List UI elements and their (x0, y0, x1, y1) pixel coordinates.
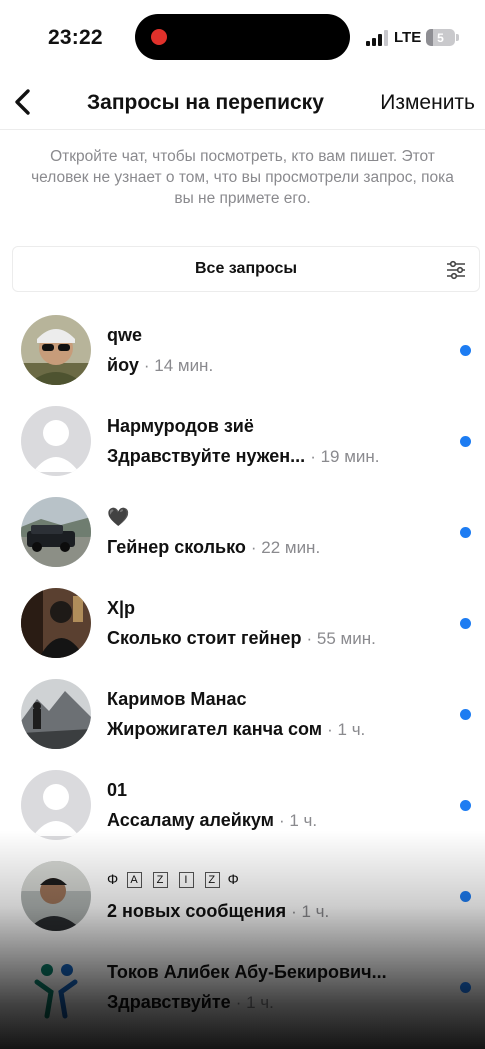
request-message: Сколько стоит гейнер (107, 628, 302, 648)
unread-dot-icon (460, 527, 471, 538)
dynamic-island (135, 14, 350, 60)
request-name: Нармуродов зиё (107, 416, 254, 436)
request-time: · 1 ч. (278, 811, 318, 830)
status-bar: 23:22 LTE 5 (0, 0, 485, 78)
list-item[interactable]: qwe йоу · 14 мин. (0, 306, 485, 397)
cellular-signal-icon (366, 30, 388, 46)
request-message: Здравствуйте нужен... (107, 446, 306, 466)
request-preview: Гейнер сколько · 22 мин. (107, 537, 320, 558)
request-time: · 19 мин. (310, 447, 380, 466)
request-preview: 2 новых сообщения · 1 ч. (107, 901, 329, 922)
request-name: Φ A Z I Z Φ (107, 871, 240, 889)
all-requests-filter[interactable]: Все запросы (12, 246, 480, 292)
request-preview: Жирожигател канча сом · 1 ч. (107, 719, 365, 740)
avatar (21, 497, 91, 567)
request-preview: Сколько стоит гейнер · 55 мин. (107, 628, 376, 649)
list-item[interactable]: Каримов Манас Жирожигател канча сом · 1 … (0, 670, 485, 761)
sliders-icon[interactable] (445, 259, 467, 281)
request-time: · 1 ч. (235, 993, 274, 1012)
request-name: qwe (107, 325, 143, 345)
nav-header: Запросы на переписку Изменить (0, 78, 485, 130)
avatar (21, 861, 91, 931)
request-time: · 22 мин. (250, 538, 321, 557)
request-message: йоу (107, 355, 139, 375)
edit-button[interactable]: Изменить (380, 91, 475, 115)
avatar (21, 406, 91, 476)
avatar (21, 588, 91, 658)
list-item[interactable]: Φ A Z I Z Φ 2 новых сообщения · 1 ч. (0, 852, 485, 943)
battery-icon: 5 (426, 29, 459, 46)
request-name: X|p (107, 598, 136, 618)
list-item[interactable]: Токов Алибек Абу-Бекирович... Здравствуй… (0, 943, 485, 1034)
message-requests-screen: 23:22 LTE 5 Запросы на переписку Изменит… (0, 0, 485, 1049)
unread-dot-icon (460, 891, 471, 902)
request-time: · 1 ч. (291, 902, 330, 921)
request-name: 01 (107, 780, 128, 800)
request-time: · 14 мин. (143, 356, 214, 375)
status-time: 23:22 (48, 26, 103, 49)
filter-label: Все запросы (195, 260, 297, 277)
unread-dot-icon (460, 618, 471, 629)
unread-dot-icon (460, 436, 471, 447)
avatar (21, 315, 91, 385)
list-item[interactable]: 🖤 Гейнер сколько · 22 мин. (0, 488, 485, 579)
request-time: · 55 мин. (306, 629, 376, 648)
request-message: 2 новых сообщения (107, 901, 287, 921)
request-message: Здравствуйте (107, 992, 231, 1012)
requests-list: qwe йоу · 14 мин. Нармуродов зиё Здравст… (0, 306, 485, 1034)
unread-dot-icon (460, 800, 471, 811)
list-item[interactable]: Нармуродов зиё Здравствуйте нужен... · 1… (0, 397, 485, 488)
request-name: Каримов Манас (107, 689, 247, 709)
chevron-left-icon[interactable] (12, 88, 34, 116)
recording-indicator-icon (151, 29, 167, 45)
request-time: · 1 ч. (327, 720, 366, 739)
request-message: Жирожигател канча сом (107, 719, 323, 739)
request-name: Токов Алибек Абу-Бекирович... (107, 962, 387, 982)
avatar (21, 770, 91, 840)
request-preview: Ассаламу алейкум · 1 ч. (107, 810, 317, 831)
request-message: Ассаламу алейкум (107, 810, 274, 830)
request-name: 🖤 (107, 507, 130, 527)
avatar (21, 679, 91, 749)
request-preview: Здравствуйте · 1 ч. (107, 992, 274, 1013)
list-item[interactable]: X|p Сколько стоит гейнер · 55 мин. (0, 579, 485, 670)
requests-info-text: Откройте чат, чтобы посмотреть, кто вам … (31, 148, 454, 207)
battery-level: 5 (437, 30, 444, 45)
page-title: Запросы на переписку (87, 91, 324, 114)
request-preview: Здравствуйте нужен... · 19 мин. (107, 446, 380, 467)
network-type: LTE (394, 29, 422, 46)
unread-dot-icon (460, 982, 471, 993)
unread-dot-icon (460, 709, 471, 720)
unread-dot-icon (460, 345, 471, 356)
list-item[interactable]: 01 Ассаламу алейкум · 1 ч. (0, 761, 485, 852)
request-message: Гейнер сколько (107, 537, 246, 557)
avatar (21, 952, 91, 1022)
request-preview: йоу · 14 мин. (107, 355, 213, 376)
